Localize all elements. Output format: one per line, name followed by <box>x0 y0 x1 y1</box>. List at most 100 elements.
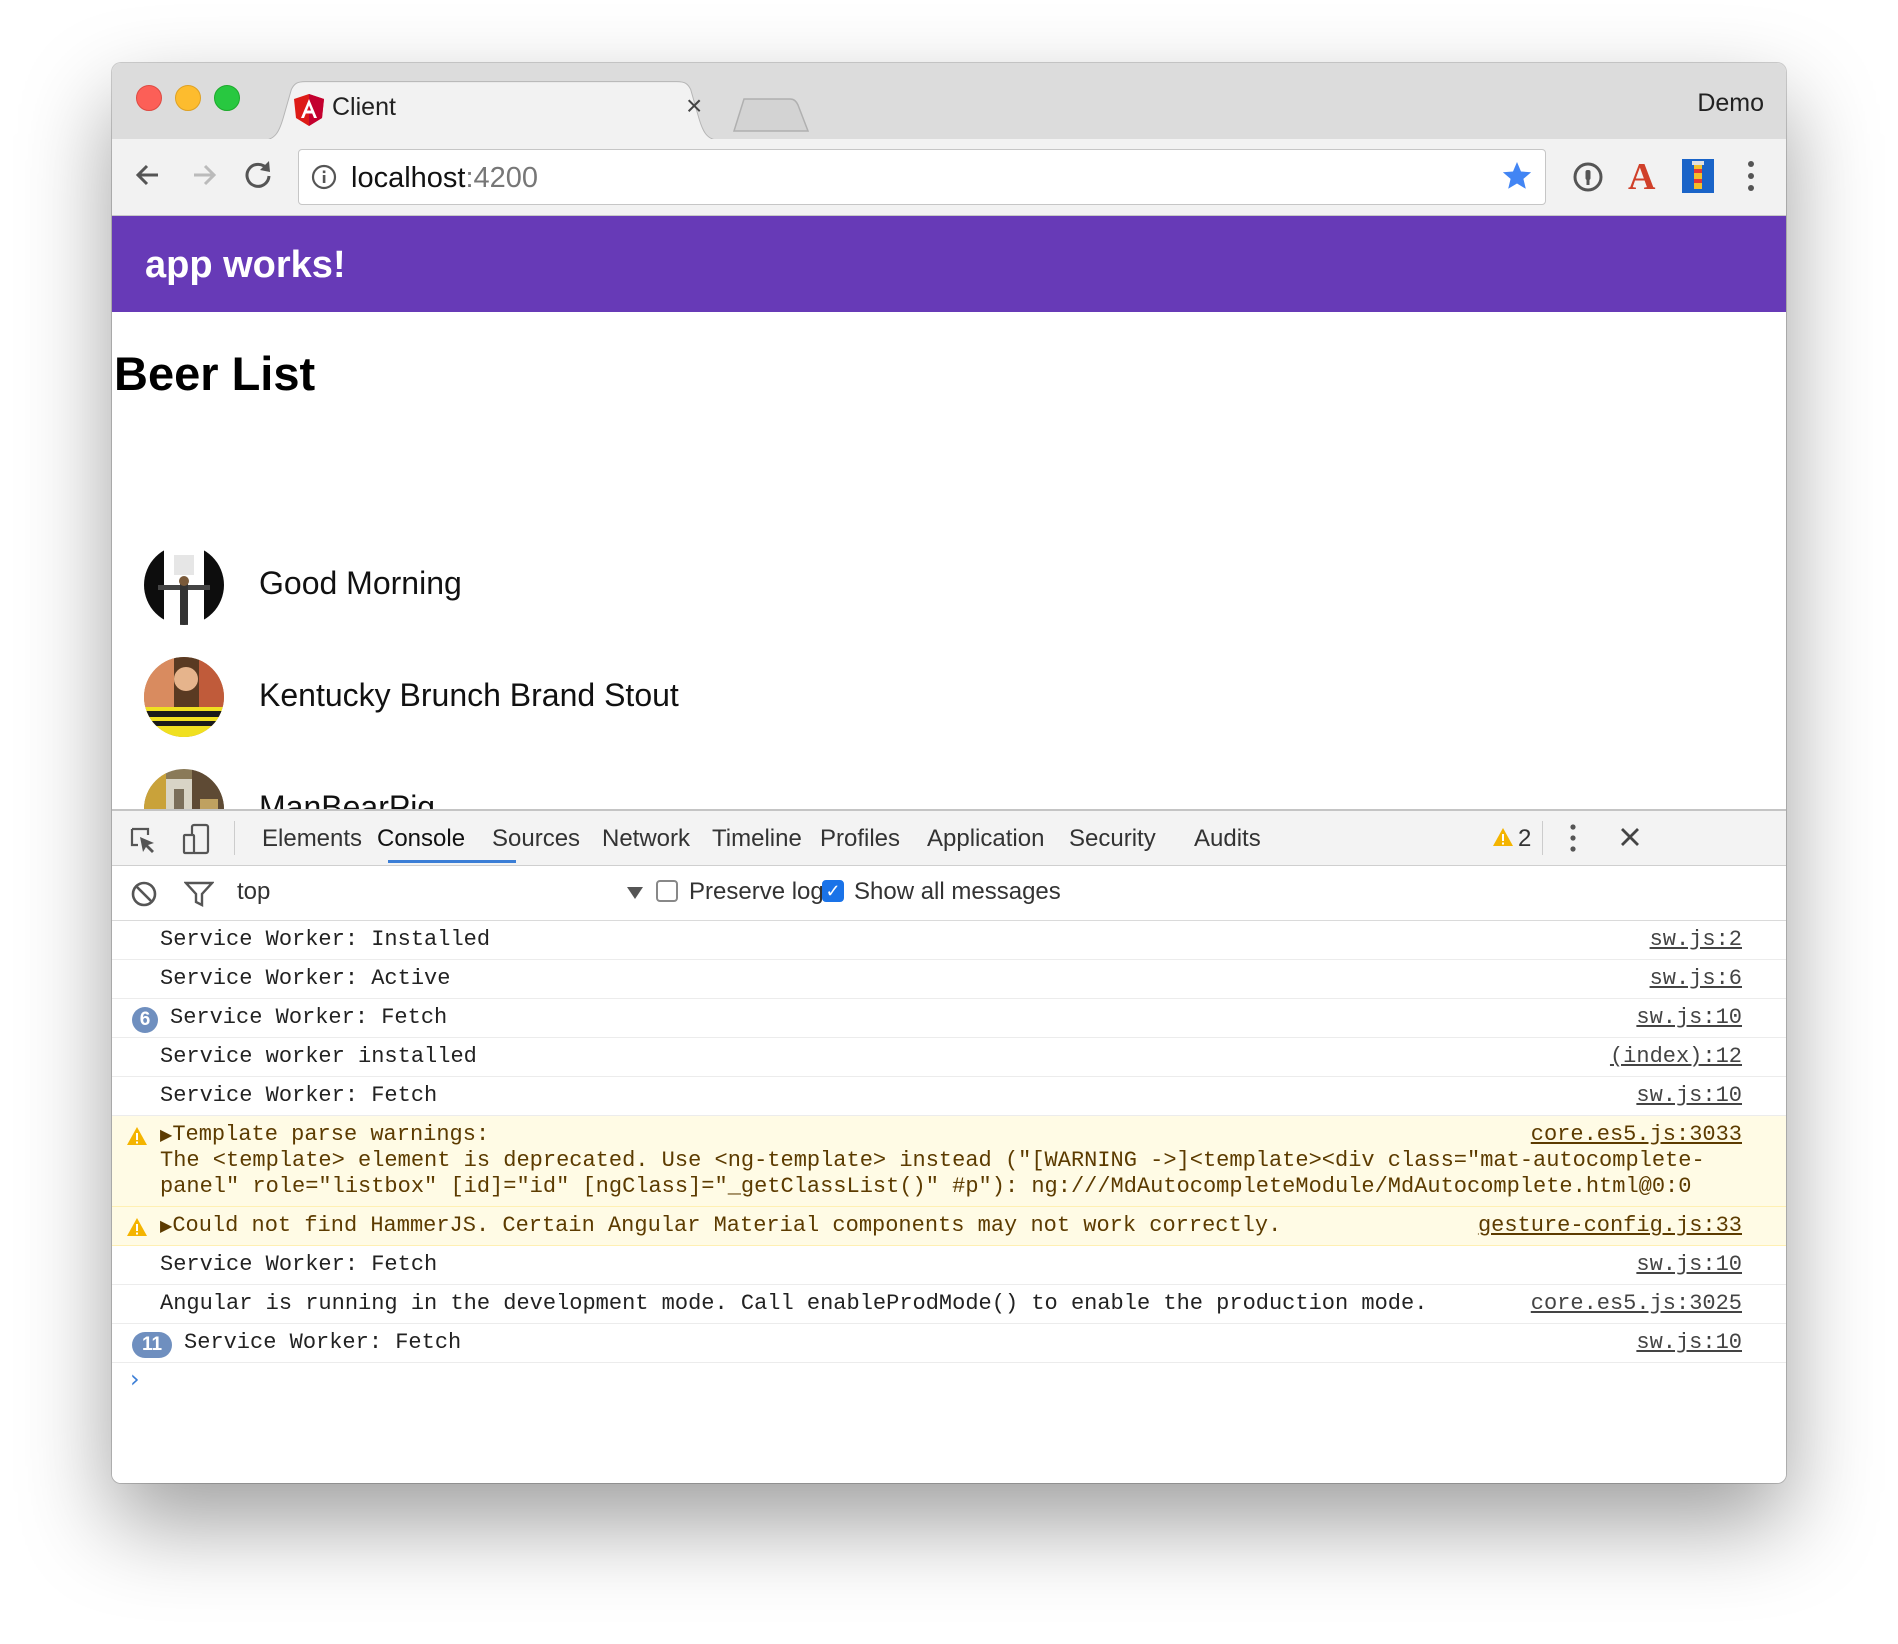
devtools-tabbar: Elements Console Sources Network Timelin… <box>112 811 1786 866</box>
source-link[interactable]: sw.js:2 <box>1650 927 1742 952</box>
warning-count[interactable]: 2 <box>1518 825 1531 853</box>
console-warning-row[interactable]: ▶Could not find HammerJS. Certain Angula… <box>112 1207 1786 1246</box>
console-message: Service Worker: Fetch <box>170 1005 448 1030</box>
browser-toolbar: localhost:4200 A <box>112 139 1786 216</box>
warning-icon <box>127 1127 147 1145</box>
console-message: Service Worker: Installed <box>160 927 491 952</box>
expand-triangle-icon[interactable]: ▶ <box>160 1125 172 1144</box>
console-row: Angular is running in the development mo… <box>112 1285 1786 1324</box>
source-link[interactable]: core.es5.js:3033 <box>1531 1122 1742 1147</box>
filter-icon[interactable] <box>184 880 214 908</box>
console-message: Service Worker: Fetch <box>160 1083 438 1108</box>
reload-icon[interactable] <box>240 157 276 193</box>
window-maximize-button[interactable] <box>214 85 240 111</box>
browser-menu-icon[interactable] <box>1746 159 1756 193</box>
console-row: Service Worker: Active sw.js:6 <box>112 960 1786 999</box>
console-row: Service Worker: Fetch sw.js:10 <box>112 1246 1786 1285</box>
expand-triangle-icon[interactable]: ▶ <box>160 1216 172 1235</box>
tab-console[interactable]: Console <box>377 825 465 853</box>
tab-title: Client <box>332 93 396 121</box>
console-message: Angular is running in the development mo… <box>160 1291 1428 1316</box>
devtools-panel: Elements Console Sources Network Timelin… <box>112 809 1786 1483</box>
console-row: 11 Service Worker: Fetch sw.js:10 <box>112 1324 1786 1363</box>
beer-avatar <box>144 545 224 625</box>
app-toolbar: app works! <box>112 216 1786 312</box>
console-row: Service Worker: Installed sw.js:2 <box>112 921 1786 960</box>
console-messages: Service Worker: Installed sw.js:2 Servic… <box>112 921 1786 1423</box>
tab-sources[interactable]: Sources <box>492 825 580 853</box>
page-title: Beer List <box>114 347 316 400</box>
window-minimize-button[interactable] <box>175 85 201 111</box>
repeat-count-badge: 6 <box>132 1007 158 1033</box>
title-bar: Client × Demo <box>112 63 1786 141</box>
tab-timeline[interactable]: Timeline <box>712 825 802 853</box>
browser-window: Client × Demo localhost:4200 A app works… <box>112 63 1786 1483</box>
forward-arrow-icon[interactable] <box>186 157 222 193</box>
show-all-messages-checkbox[interactable]: ✓ <box>822 880 844 902</box>
browser-tab[interactable] <box>262 81 722 141</box>
bookmark-star-icon[interactable] <box>1501 160 1533 192</box>
console-input-row[interactable]: › <box>112 1363 1786 1423</box>
tab-network[interactable]: Network <box>602 825 690 853</box>
inspect-element-icon[interactable] <box>128 825 158 855</box>
source-link[interactable]: sw.js:10 <box>1636 1252 1742 1277</box>
new-tab-button[interactable] <box>732 97 812 133</box>
extension-lighthouse-icon[interactable] <box>1682 159 1714 193</box>
beer-name: Good Morning <box>259 565 462 601</box>
console-message: Service Worker: Fetch <box>160 1252 438 1277</box>
console-filter-bar: top Preserve log ✓ Show all messages <box>112 866 1786 921</box>
source-link[interactable]: sw.js:10 <box>1636 1083 1742 1108</box>
prompt-chevron-icon: › <box>130 1365 140 1393</box>
devtools-menu-icon[interactable] <box>1568 823 1578 853</box>
console-row: Service Worker: Fetch sw.js:10 <box>112 1077 1786 1116</box>
password-manager-icon[interactable] <box>1572 161 1604 193</box>
app-content: Beer List Good Morning Kentucky Brunch B… <box>112 312 1786 872</box>
tab-application[interactable]: Application <box>927 825 1044 853</box>
tab-elements[interactable]: Elements <box>262 825 362 853</box>
beer-avatar <box>144 657 224 737</box>
tab-security[interactable]: Security <box>1069 825 1156 853</box>
chevron-down-icon[interactable] <box>626 886 644 900</box>
tab-close-icon[interactable]: × <box>686 90 702 122</box>
warning-icon[interactable] <box>1492 827 1514 847</box>
preserve-log-checkbox[interactable] <box>656 880 678 902</box>
angular-icon <box>294 94 324 126</box>
source-link[interactable]: sw.js:6 <box>1650 966 1742 991</box>
console-message: ▶Could not find HammerJS. Certain Angula… <box>160 1213 1282 1238</box>
active-tab-indicator <box>388 860 516 863</box>
context-selector[interactable]: top <box>237 878 270 906</box>
console-message-detail: panel" role="listbox" [id]="id" [ngClass… <box>160 1174 1692 1199</box>
beer-name: Kentucky Brunch Brand Stout <box>259 677 679 713</box>
divider <box>234 821 235 855</box>
console-row: Service worker installed (index):12 <box>112 1038 1786 1077</box>
source-link[interactable]: (index):12 <box>1610 1044 1742 1069</box>
close-icon[interactable] <box>1618 825 1642 849</box>
back-arrow-icon[interactable] <box>130 157 166 193</box>
info-icon[interactable] <box>311 164 337 190</box>
source-link[interactable]: sw.js:10 <box>1636 1005 1742 1030</box>
source-link[interactable]: gesture-config.js:33 <box>1478 1213 1742 1238</box>
window-close-button[interactable] <box>136 85 162 111</box>
extension-a-icon[interactable]: A <box>1624 157 1660 195</box>
source-link[interactable]: core.es5.js:3025 <box>1531 1291 1742 1316</box>
show-all-messages-label[interactable]: Show all messages <box>854 878 1061 906</box>
console-message: ▶Template parse warnings: <box>160 1122 490 1147</box>
url-text[interactable]: localhost:4200 <box>351 162 538 195</box>
console-message: Service Worker: Fetch <box>184 1330 462 1355</box>
console-message: Service worker installed <box>160 1044 477 1069</box>
console-message: Service Worker: Active <box>160 966 451 991</box>
preserve-log-label[interactable]: Preserve log <box>689 878 824 906</box>
console-warning-row[interactable]: ▶Template parse warnings: The <template>… <box>112 1116 1786 1207</box>
source-link[interactable]: sw.js:10 <box>1636 1330 1742 1355</box>
svg-text:A: A <box>1628 157 1656 195</box>
console-message-detail: The <template> element is deprecated. Us… <box>160 1148 1705 1173</box>
device-toolbar-icon[interactable] <box>182 823 212 855</box>
tab-profiles[interactable]: Profiles <box>820 825 900 853</box>
profile-name[interactable]: Demo <box>1697 89 1764 118</box>
repeat-count-badge: 11 <box>132 1332 172 1358</box>
divider <box>1542 821 1543 855</box>
clear-console-icon[interactable] <box>130 880 158 908</box>
tab-audits[interactable]: Audits <box>1194 825 1261 853</box>
address-bar[interactable]: localhost:4200 <box>298 149 1546 205</box>
console-row: 6 Service Worker: Fetch sw.js:10 <box>112 999 1786 1038</box>
